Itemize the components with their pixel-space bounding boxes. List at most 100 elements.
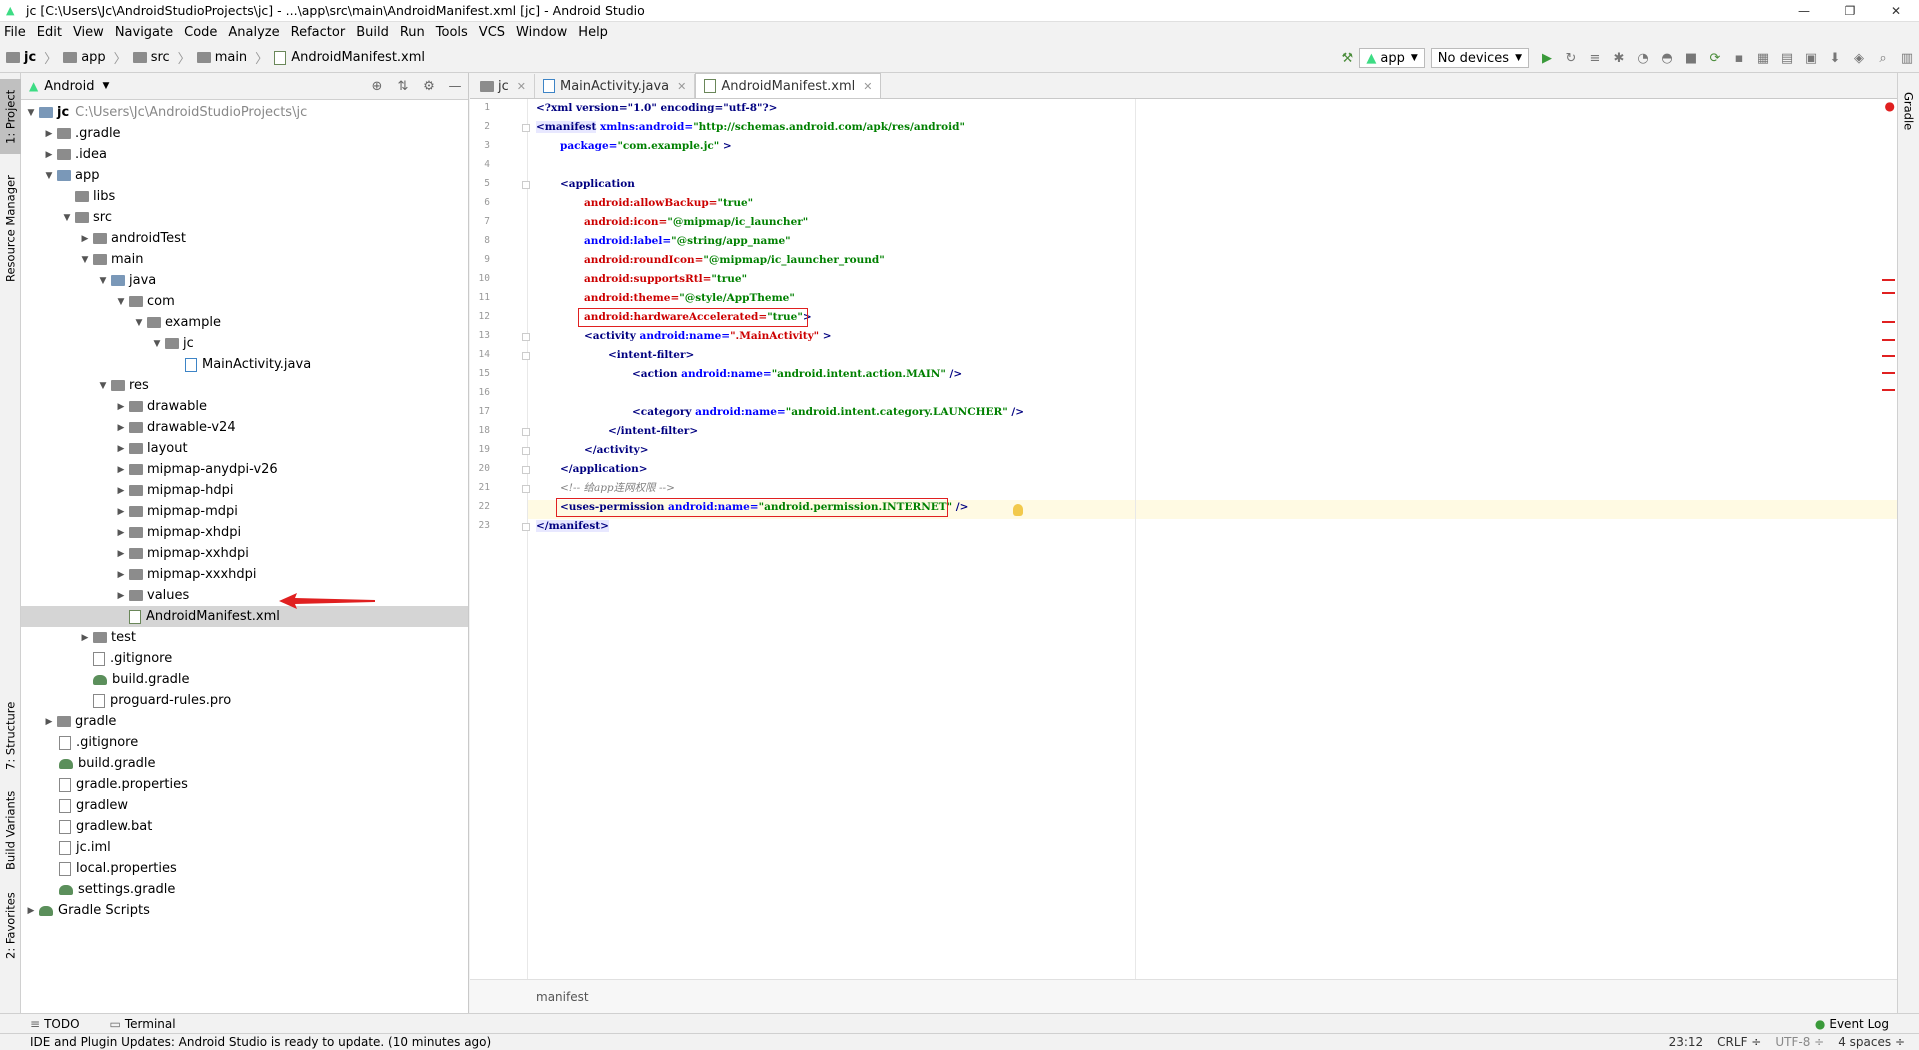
run-icon[interactable]: ▶ [1535, 51, 1559, 66]
status-message[interactable]: IDE and Plugin Updates: Android Studio i… [30, 1035, 491, 1049]
fold-marker[interactable] [522, 447, 530, 455]
assistant-icon[interactable]: ▥ [1895, 51, 1919, 66]
tree-item[interactable]: ▼ res [21, 375, 468, 396]
tree-item[interactable]: gradle.properties [21, 774, 468, 795]
search-icon[interactable]: ⌕ [1871, 51, 1895, 66]
tree-item[interactable]: proguard-rules.pro [21, 690, 468, 711]
tab-gradle[interactable]: Gradle [1898, 81, 1919, 141]
tree-item[interactable]: ▶ mipmap-mdpi [21, 501, 468, 522]
tree-item[interactable]: build.gradle [21, 669, 468, 690]
tree-item[interactable]: ▶ drawable-v24 [21, 417, 468, 438]
tree-item[interactable]: ▼ java [21, 270, 468, 291]
tree-item[interactable]: settings.gradle [21, 879, 468, 900]
apply-changes-icon[interactable]: ↻ [1559, 51, 1583, 66]
tree-item[interactable]: ▶ mipmap-anydpi-v26 [21, 459, 468, 480]
minimize-button[interactable]: — [1781, 0, 1827, 22]
fold-marker[interactable] [522, 181, 530, 189]
stop-square-icon[interactable]: ▪ [1727, 51, 1751, 66]
tree-item[interactable]: ▼ main [21, 249, 468, 270]
error-indicator-icon[interactable]: ● [1885, 99, 1895, 113]
file-encoding[interactable]: UTF-8 ÷ [1775, 1035, 1824, 1049]
tree-item[interactable]: MainActivity.java [21, 354, 468, 375]
hide-icon[interactable]: — [442, 79, 468, 94]
tree-item[interactable]: ▼ example [21, 312, 468, 333]
locate-icon[interactable]: ⊕ [364, 79, 390, 94]
close-tab-icon[interactable]: ✕ [863, 80, 872, 93]
tree-item[interactable]: ▶ values [21, 585, 468, 606]
tree-item[interactable]: ▼ src [21, 207, 468, 228]
fold-marker[interactable] [522, 333, 530, 341]
gear-icon[interactable]: ⚙ [416, 79, 442, 94]
tree-item[interactable]: ▼ com [21, 291, 468, 312]
event-log-button[interactable]: ● Event Log [1815, 1017, 1889, 1031]
project-structure-icon[interactable]: ▦ [1751, 51, 1775, 66]
apply-code-changes-icon[interactable]: ≡ [1583, 51, 1607, 66]
fold-marker[interactable] [522, 428, 530, 436]
fold-marker[interactable] [522, 124, 530, 132]
close-tab-icon[interactable]: ✕ [517, 80, 526, 93]
breadcrumb-src[interactable]: src [132, 50, 170, 65]
breadcrumb-app[interactable]: app [63, 50, 106, 65]
code-editor[interactable]: 1 2 3 4 5 6 7 8 9 10 11 12 13 14 15 16 1… [470, 99, 1897, 979]
project-view-select[interactable]: ▲ Android ▼ [29, 79, 109, 94]
tree-item[interactable]: gradlew.bat [21, 816, 468, 837]
terminal-tool-button[interactable]: ▭ Terminal [110, 1017, 176, 1031]
menu-build[interactable]: Build [356, 25, 389, 40]
breadcrumb-main[interactable]: main [196, 50, 247, 65]
tree-item[interactable]: ▶ mipmap-xhdpi [21, 522, 468, 543]
menu-tools[interactable]: Tools [436, 25, 468, 40]
hammer-icon[interactable]: ⚒ [1335, 51, 1359, 66]
tree-item[interactable]: jc.iml [21, 837, 468, 858]
todo-tool-button[interactable]: ≡ TODO [30, 1017, 80, 1031]
tab-mainactivity[interactable]: MainActivity.java ✕ [535, 74, 696, 98]
tree-item[interactable]: local.properties [21, 858, 468, 879]
tree-item[interactable]: ▶ .gradle [21, 123, 468, 144]
breadcrumb-jc[interactable]: jc [6, 50, 36, 65]
close-tab-icon[interactable]: ✕ [677, 80, 686, 93]
tab-jc[interactable]: jc ✕ [472, 74, 535, 98]
menu-edit[interactable]: Edit [37, 25, 62, 40]
fold-marker[interactable] [522, 352, 530, 360]
tab-structure[interactable]: 7: Structure [0, 698, 21, 773]
run-config-select[interactable]: ▲ app ▼ [1359, 48, 1425, 68]
gradle-sync-icon[interactable]: ◈ [1847, 51, 1871, 66]
fold-marker[interactable] [522, 485, 530, 493]
editor-breadcrumb[interactable]: manifest [470, 979, 1897, 1013]
tab-androidmanifest[interactable]: AndroidManifest.xml ✕ [695, 73, 882, 98]
error-stripe-mark[interactable] [1882, 321, 1895, 323]
tree-item[interactable]: ▶ test [21, 627, 468, 648]
tree-item[interactable]: ▼ app [21, 165, 468, 186]
tree-item[interactable]: gradlew [21, 795, 468, 816]
fold-marker[interactable] [522, 523, 530, 531]
fold-marker[interactable] [522, 466, 530, 474]
sync-icon[interactable]: ⟳ [1703, 51, 1727, 66]
tree-item[interactable]: ▶ androidTest [21, 228, 468, 249]
debug-icon[interactable]: ✱ [1607, 51, 1631, 66]
error-stripe-mark[interactable] [1882, 279, 1895, 281]
tree-item[interactable]: build.gradle [21, 753, 468, 774]
tree-item-root[interactable]: ▼ jc C:\Users\Jc\AndroidStudioProjects\jc [21, 102, 468, 123]
breadcrumb-manifest[interactable]: AndroidManifest.xml [274, 50, 425, 65]
menu-run[interactable]: Run [400, 25, 425, 40]
error-stripe-mark[interactable] [1882, 339, 1895, 341]
restore-button[interactable]: ❐ [1827, 0, 1873, 22]
menu-file[interactable]: File [4, 25, 26, 40]
tree-item[interactable]: ▶ mipmap-xxxhdpi [21, 564, 468, 585]
menu-refactor[interactable]: Refactor [291, 25, 346, 40]
tree-item[interactable]: ▼ jc [21, 333, 468, 354]
tree-item[interactable]: ▶ drawable [21, 396, 468, 417]
collapse-all-icon[interactable]: ⇅ [390, 79, 416, 94]
tree-item[interactable]: .gitignore [21, 648, 468, 669]
stop-icon[interactable]: ■ [1679, 51, 1703, 66]
lightbulb-icon[interactable] [1013, 504, 1023, 516]
tree-item[interactable]: ▶ mipmap-xxhdpi [21, 543, 468, 564]
error-stripe-mark[interactable] [1882, 389, 1895, 391]
close-button[interactable]: ✕ [1873, 0, 1919, 22]
caret-position[interactable]: 23:12 [1669, 1035, 1704, 1049]
tree-item[interactable]: ▶ gradle [21, 711, 468, 732]
tree-item[interactable]: ▶ .idea [21, 144, 468, 165]
sdk-manager-icon[interactable]: ⬇ [1823, 51, 1847, 66]
avd-manager-icon[interactable]: ▣ [1799, 51, 1823, 66]
indent-setting[interactable]: 4 spaces ÷ [1838, 1035, 1905, 1049]
attach-debugger-icon[interactable]: ◓ [1655, 51, 1679, 66]
